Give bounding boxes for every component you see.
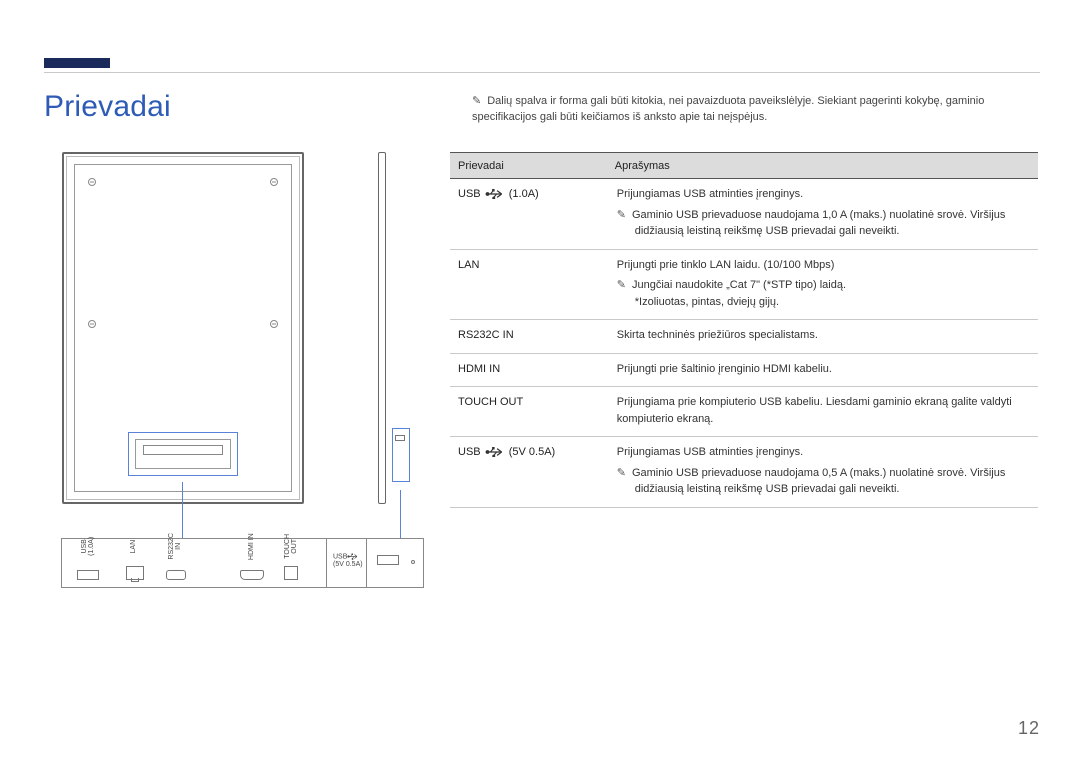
port-cell: LAN	[450, 249, 609, 320]
note-icon: ✎	[472, 94, 481, 110]
table-header-row: Prievadai Aprašymas	[450, 153, 1038, 179]
port-cell: RS232C IN	[450, 320, 609, 354]
table-row: RS232C INSkirta techninės priežiūros spe…	[450, 320, 1038, 354]
table-row: USB (5V 0.5A)Prijungiamas USB atminties …	[450, 437, 1038, 508]
desc-cell: Prijungti prie šaltinio įrenginio HDMI k…	[609, 353, 1038, 387]
table-row: LANPrijungti prie tinklo LAN laidu. (10/…	[450, 249, 1038, 320]
desc-cell: Prijungiama prie kompiuterio USB kabeliu…	[609, 387, 1038, 437]
section-tab-mark	[44, 58, 110, 68]
intro-note: ✎Dalių spalva ir forma gali būti kitokia…	[472, 94, 1038, 126]
table-row: TOUCH OUTPrijungiama prie kompiuterio US…	[450, 387, 1038, 437]
table-row: USB (1.0A)Prijungiamas USB atminties įre…	[450, 179, 1038, 250]
table-row: HDMI INPrijungti prie šaltinio įrenginio…	[450, 353, 1038, 387]
device-back-view	[62, 152, 304, 504]
th-port: Prievadai	[450, 153, 609, 179]
port-cell: USB (1.0A)	[450, 179, 609, 250]
bottom-port-block	[128, 432, 238, 476]
ports-table: Prievadai Aprašymas USB (1.0A)Prijungiam…	[450, 152, 1038, 508]
intro-text: Dalių spalva ir forma gali būti kitokia,…	[472, 95, 984, 123]
desc-cell: Prijungiamas USB atminties įrenginys.✎Ga…	[609, 437, 1038, 508]
desc-cell: Prijungiamas USB atminties įrenginys.✎Ga…	[609, 179, 1038, 250]
desc-cell: Prijungti prie tinklo LAN laidu. (10/100…	[609, 249, 1038, 320]
port-cell: TOUCH OUT	[450, 387, 609, 437]
note-icon: ✎	[617, 277, 626, 294]
port-cell: USB (5V 0.5A)	[450, 437, 609, 508]
port-cell: HDMI IN	[450, 353, 609, 387]
usb-icon	[484, 447, 506, 457]
bottom-ports-detail: USB(1.0A) LAN RS232CIN HDMI IN TOUCHOUT	[61, 538, 367, 588]
note-icon: ✎	[617, 465, 626, 482]
desc-cell: Skirta techninės priežiūros specialistam…	[609, 320, 1038, 354]
usb-icon	[484, 189, 506, 199]
device-side-view	[372, 152, 402, 504]
ports-diagram: USB(1.0A) LAN RS232CIN HDMI IN TOUCHOUT …	[62, 152, 432, 632]
page-number: 12	[1018, 718, 1040, 739]
page-title: Prievadai	[44, 90, 171, 124]
top-divider	[44, 72, 1040, 73]
note-icon: ✎	[617, 207, 626, 224]
side-port-block	[392, 428, 410, 482]
side-ports-detail: USB(5V 0.5A)	[326, 538, 424, 588]
th-desc: Aprašymas	[609, 153, 1038, 179]
